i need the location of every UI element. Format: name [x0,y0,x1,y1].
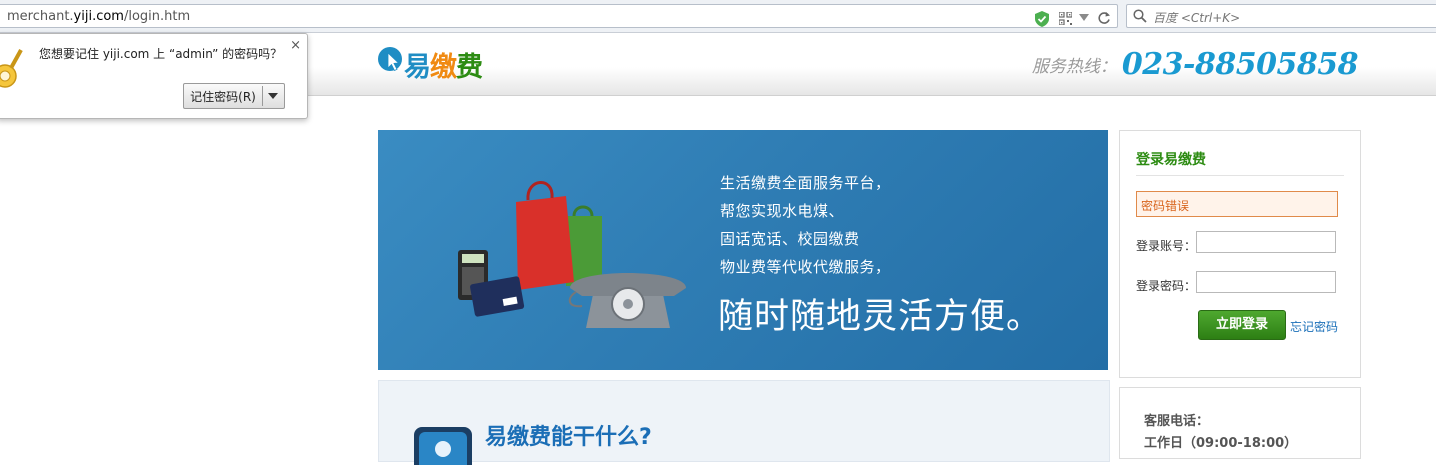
remember-password-button[interactable]: 记住密码(R) [183,83,285,109]
logo-text-jiao: 缴 [430,52,457,83]
feature-icon [414,427,472,465]
password-label: 登录密码： [1136,279,1197,293]
save-password-message: 您想要记住 yiji.com 上 “admin” 的密码吗？ [39,47,283,61]
shopping-bag-red-icon [516,181,574,290]
login-divider [1136,175,1344,176]
chevron-down-icon[interactable] [268,93,278,99]
error-message-box: 密码错误 [1136,191,1338,217]
service-phone-label: 客服电话： [1144,414,1210,429]
banner-headline: 随时随地灵活方便。 [718,297,1043,337]
save-password-popup: 您想要记住 yiji.com 上 “admin” 的密码吗？ × 记住密码(R) [0,33,308,119]
hotline-number: 023-88505858 [1121,47,1359,82]
account-input[interactable] [1196,231,1336,253]
address-bar[interactable]: merchant.yiji.com/login.htm [0,4,1118,28]
forgot-password-link[interactable]: 忘记密码 [1290,318,1338,335]
logo-cursor-icon [378,47,402,72]
key-icon [0,49,23,88]
remember-password-label[interactable]: 记住密码(R) [184,88,262,105]
login-button[interactable]: 立即登录 [1198,310,1286,340]
error-message: 密码错误 [1141,199,1190,213]
hotline-label: 服务热线： [1031,57,1117,77]
browser-toolbar: merchant.yiji.com/login.htm 百度 <Ctrl+K> [0,0,1436,33]
features-title: 易缴费能干什么? [485,425,652,450]
search-placeholder: 百度 <Ctrl+K> [1153,11,1241,25]
reload-icon[interactable] [1097,11,1111,25]
features-panel: 易缴费能干什么? [378,380,1110,465]
history-dropdown-icon[interactable] [1079,14,1089,22]
password-input[interactable] [1196,271,1336,293]
login-title: 登录易缴费 [1136,152,1206,168]
search-input[interactable]: 百度 <Ctrl+K> [1126,4,1436,28]
close-popup-button[interactable]: × [290,38,301,53]
search-icon [1133,9,1147,23]
shield-icon[interactable] [1035,11,1049,27]
banner-line-1: 生活缴费全面服务平台， [720,174,891,192]
account-label: 登录账号： [1136,239,1197,253]
customer-service-panel: 客服电话： 工作日（09:00-18:00） [1119,387,1361,459]
banner-line-4: 物业费等代收代缴服务， [720,258,891,276]
telephone-icon [568,273,686,328]
promo-banner: 生活缴费全面服务平台， 帮您实现水电煤、 固话宽话、校园缴费 物业费等代收代缴服… [378,130,1108,370]
logo-text-fei: 费 [456,52,483,83]
service-hotline: 服务热线： 023-88505858 [1031,47,1359,82]
banner-line-2: 帮您实现水电煤、 [720,202,845,220]
button-separator [262,86,263,106]
address-url[interactable]: merchant.yiji.com/login.htm [7,9,190,24]
logo-text-yi: 易 [404,52,431,83]
login-panel: 登录易缴费 密码错误 登录账号： 登录密码： 立即登录 忘记密码 [1119,130,1361,378]
qr-code-icon[interactable] [1059,12,1072,25]
banner-line-3: 固话宽话、校园缴费 [720,230,860,248]
